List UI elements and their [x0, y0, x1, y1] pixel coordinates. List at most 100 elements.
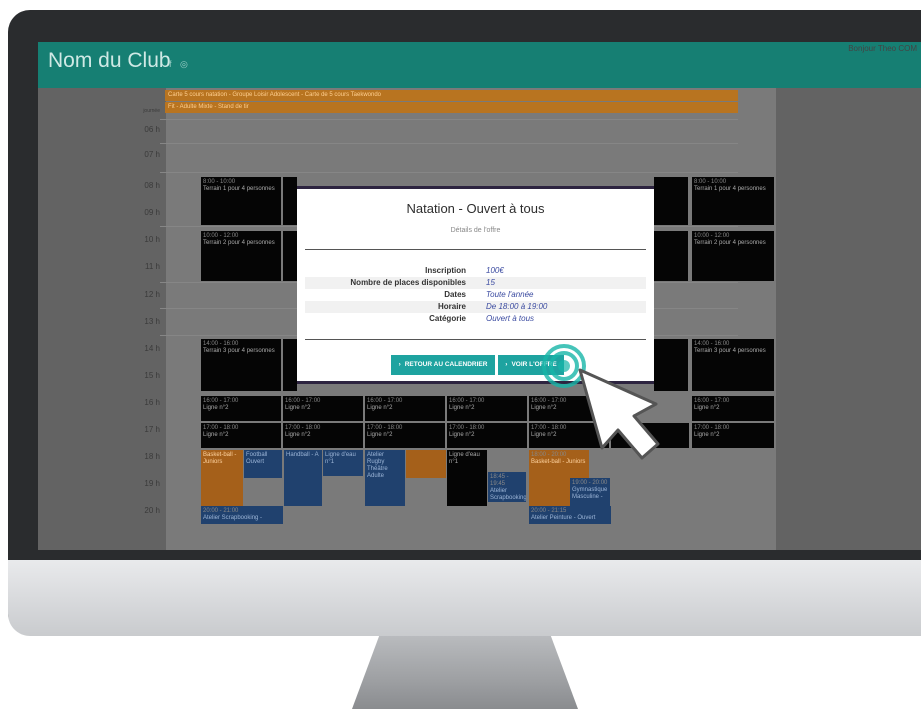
calendar-event[interactable]: 10:00 - 12:00 Terrain 2 pour 4 personnes [201, 231, 281, 281]
calendar-event[interactable]: Basket-ball - Juniors [201, 450, 243, 506]
calendar-event[interactable]: 14:00 - 16:00 Terrain 3 pour 4 personnes [201, 339, 281, 391]
calendar-event[interactable]: 8:00 - 10:00 Terrain 1 pour 4 personnes [692, 177, 774, 225]
hand-pointer-click-icon [528, 342, 678, 467]
calendar-event[interactable] [406, 450, 446, 478]
allday-event[interactable]: Fit - Adulte Mixte - Stand de tir [165, 102, 738, 113]
event-time: 20:00 - 21:00 [203, 508, 239, 514]
calendar-event[interactable]: 17:00 - 18:00 Ligne n°2 [365, 423, 445, 448]
calendar-event[interactable]: 17:00 - 18:00 Ligne n°2 [283, 423, 363, 448]
detail-key: Dates [444, 290, 466, 299]
event-time: 16:00 - 17:00 [449, 398, 485, 404]
calendar-event[interactable] [654, 231, 688, 281]
hour-label: 14 h [144, 344, 160, 353]
event-label: Ligne d'eau n°1 [325, 452, 356, 465]
detail-value: 15 [486, 278, 495, 287]
event-time: 16:00 - 17:00 [694, 398, 730, 404]
user-greeting[interactable]: Bonjour Theo COM [848, 44, 917, 53]
event-label: Basket-ball - Juniors [203, 452, 237, 465]
event-label: Handball - A [286, 452, 319, 458]
calendar-event[interactable]: 10:00 - 12:00 Terrain 2 pour 4 personnes [692, 231, 774, 281]
event-time: 16:00 - 17:00 [367, 398, 403, 404]
calendar-event[interactable]: Atelier Rugby Théâtre Adulte [365, 450, 405, 506]
monitor-stand [352, 636, 578, 709]
chevron-right-icon: › [505, 361, 508, 368]
calendar-event[interactable]: 17:00 - 18:00 Ligne n°2 [692, 423, 774, 448]
grid-line [160, 119, 738, 120]
event-label: Ligne n°2 [449, 432, 475, 438]
hour-label: 13 h [144, 317, 160, 326]
calendar-event[interactable]: 17:00 - 18:00 Ligne n°2 [201, 423, 281, 448]
calendar-event[interactable]: 18:45 - 19:45 Atelier Scrapbooking [488, 472, 526, 502]
calendar-event[interactable] [283, 339, 297, 391]
event-label: Terrain 2 pour 4 personnes [694, 240, 766, 246]
calendar-event[interactable]: 20:00 - 21:15 Atelier Peinture - Ouvert [529, 506, 611, 524]
event-time: 8:00 - 10:00 [203, 179, 236, 185]
back-to-calendar-label: RETOUR AU CALENDRIER [404, 361, 488, 368]
hour-label: 18 h [144, 452, 160, 461]
instagram-icon[interactable]: ◎ [180, 59, 188, 70]
detail-value: De 18:00 à 19:00 [486, 302, 548, 311]
event-label: Terrain 2 pour 4 personnes [203, 240, 275, 246]
event-time: 17:00 - 18:00 [203, 425, 239, 431]
detail-key: Catégorie [429, 314, 466, 323]
calendar-event[interactable]: 16:00 - 17:00 Ligne n°2 [283, 396, 363, 421]
allday-event[interactable]: Carte 5 cours natation - Groupe Loisir A… [165, 90, 738, 101]
calendar-event[interactable] [654, 177, 688, 225]
calendar-event[interactable]: 20:00 - 21:00 Atelier Scrapbooking - [201, 506, 283, 524]
modal-title: Natation - Ouvert à tous [406, 201, 545, 216]
calendar-event[interactable]: Ligne d'eau n°1 [447, 450, 487, 506]
allday-label: journée [143, 108, 160, 114]
event-label: Ligne n°2 [367, 405, 393, 411]
event-label: Football Ouvert [246, 452, 268, 465]
club-name[interactable]: Nom du Club [48, 49, 171, 73]
event-time: 14:00 - 16:00 [203, 341, 239, 347]
calendar-event[interactable]: 19:00 - 20:00 Gymnastique Masculine - [570, 478, 610, 506]
calendar-event[interactable]: 16:00 - 17:00 Ligne n°2 [365, 396, 445, 421]
calendar-event[interactable]: 17:00 - 18:00 Ligne n°2 [447, 423, 527, 448]
calendar-event[interactable] [283, 231, 297, 281]
hour-label: 16 h [144, 398, 160, 407]
event-time: 17:00 - 18:00 [449, 425, 485, 431]
calendar-event[interactable]: 8:00 - 10:00 Terrain 1 pour 4 personnes [201, 177, 281, 225]
event-label: Atelier Scrapbooking - [203, 515, 263, 521]
event-time: 10:00 - 12:00 [694, 233, 730, 239]
calendar-event[interactable]: 16:00 - 17:00 Ligne n°2 [201, 396, 281, 421]
detail-key: Nombre de places disponibles [350, 278, 466, 287]
calendar-event[interactable]: Football Ouvert [244, 450, 282, 478]
hour-label: 06 h [144, 125, 160, 134]
hour-label: 20 h [144, 506, 160, 515]
event-label: Ligne n°2 [694, 432, 720, 438]
hour-label: 12 h [144, 290, 160, 299]
grid-line [160, 143, 738, 144]
event-label: Terrain 1 pour 4 personnes [203, 186, 275, 192]
event-label: Ligne n°2 [694, 405, 720, 411]
hour-label: 15 h [144, 371, 160, 380]
facebook-icon[interactable]: f [169, 59, 172, 69]
event-label: Ligne n°2 [203, 405, 229, 411]
calendar-event[interactable]: 14:00 - 16:00 Terrain 3 pour 4 personnes [692, 339, 774, 391]
monitor-chin [8, 560, 921, 636]
event-time: 19:00 - 20:00 [572, 480, 608, 486]
detail-value: 100€ [486, 266, 504, 275]
event-time: 17:00 - 18:00 [694, 425, 730, 431]
detail-row-places: Nombre de places disponibles 15 [305, 277, 646, 289]
calendar-event[interactable]: 16:00 - 17:00 Ligne n°2 [692, 396, 774, 421]
event-time: 10:00 - 12:00 [203, 233, 239, 239]
event-label: Gymnastique Masculine - [572, 487, 608, 500]
grid-line [160, 172, 738, 173]
calendar-event[interactable]: Ligne d'eau n°1 [323, 450, 363, 476]
hour-label: 09 h [144, 208, 160, 217]
calendar-event[interactable] [283, 177, 297, 225]
detail-row-categorie: Catégorie Ouvert à tous [305, 313, 646, 325]
back-to-calendar-button[interactable]: › RETOUR AU CALENDRIER [391, 355, 495, 375]
event-time: 17:00 - 18:00 [367, 425, 403, 431]
hour-label: 11 h [145, 262, 160, 271]
event-time: 16:00 - 17:00 [285, 398, 321, 404]
calendar-event[interactable]: 16:00 - 17:00 Ligne n°2 [447, 396, 527, 421]
event-time: 20:00 - 21:15 [531, 508, 567, 514]
event-time: 16:00 - 17:00 [203, 398, 239, 404]
top-navbar: Nom du Club f ◎ Bonjour Theo COM [38, 42, 921, 88]
detail-key: Horaire [437, 302, 466, 311]
calendar-event[interactable]: Handball - A [284, 450, 322, 506]
detail-value: Ouvert à tous [486, 314, 535, 323]
